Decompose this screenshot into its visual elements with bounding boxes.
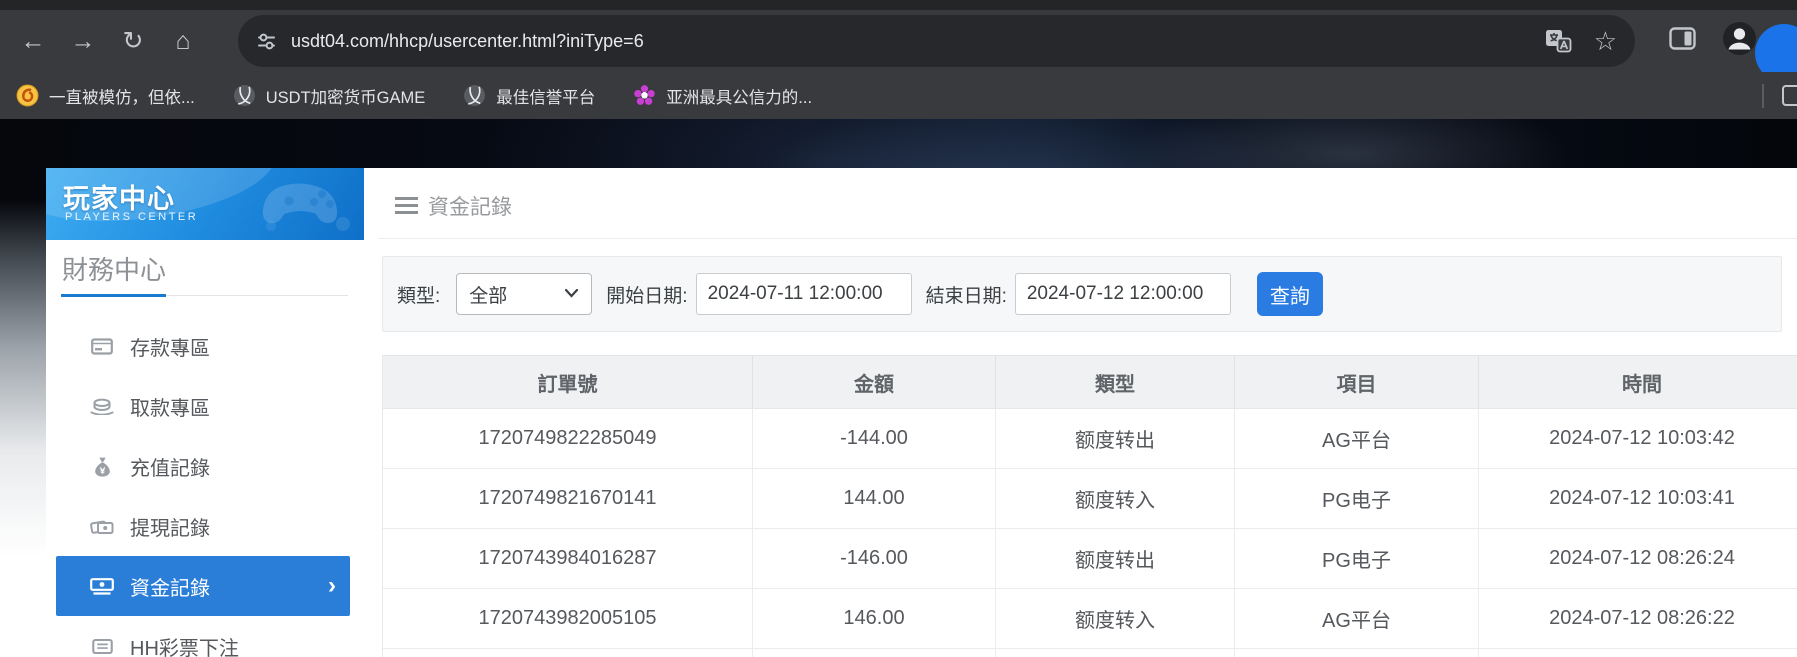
amount-cell: 146.00 bbox=[753, 589, 996, 648]
back-icon[interactable]: ← bbox=[16, 24, 50, 58]
table-header-cell: 金額 bbox=[753, 356, 996, 408]
reload-icon[interactable]: ↻ bbox=[116, 24, 150, 58]
page-title: 資金記錄 bbox=[428, 196, 512, 219]
type-select[interactable]: 全部 bbox=[456, 273, 593, 315]
page-left-margin bbox=[0, 200, 46, 657]
amount-cell: -144.00 bbox=[753, 409, 996, 468]
browser-chrome: ← → ↻ ⌂ usdt04.com/hhcp/usercenter.html?… bbox=[0, 0, 1797, 119]
type-cell: 额度转入 bbox=[996, 469, 1235, 528]
gamepad-icon bbox=[259, 174, 354, 239]
sidebar-item[interactable]: 存款專區 › bbox=[56, 316, 350, 376]
table-header-row: 訂單號 金額 類型 項目 時間 bbox=[383, 355, 1797, 409]
side-panel-icon[interactable] bbox=[1669, 27, 1696, 55]
time-cell: 2024-07-12 10:03:41 bbox=[1479, 469, 1797, 528]
purple-flower-icon bbox=[633, 84, 656, 107]
table-header-cell: 訂單號 bbox=[383, 356, 753, 408]
finance-section-title: 財務中心 bbox=[62, 255, 167, 285]
sidebar-item[interactable]: 取款專區 › bbox=[56, 376, 350, 436]
bookmarks-bar: 一直被模仿，但依... USDT加密货币GAME 最佳信誉平台 亚洲最具公信力的… bbox=[0, 72, 1797, 119]
funds-icon bbox=[90, 575, 114, 597]
filter-bar: 類型: 全部 開始日期: 結束日期: 查詢 bbox=[382, 256, 1782, 332]
order-number-cell: 1720743984016287 bbox=[383, 529, 753, 588]
bookmark-item[interactable]: 最佳信誉平台 bbox=[463, 84, 595, 108]
browser-toolbar: ← → ↻ ⌂ usdt04.com/hhcp/usercenter.html?… bbox=[0, 10, 1797, 82]
url-text: usdt04.com/hhcp/usercenter.html?iniType=… bbox=[291, 30, 644, 51]
table-row: 1720749822285049 -144.00 额度转出 AG平台 2024-… bbox=[383, 409, 1797, 469]
table-body: 1720749822285049 -144.00 额度转出 AG平台 2024-… bbox=[383, 409, 1797, 649]
sidebar-item[interactable]: HH彩票下注 › bbox=[56, 616, 350, 657]
other-bookmarks-icon[interactable] bbox=[1782, 85, 1797, 106]
recharge-icon bbox=[90, 455, 114, 477]
time-cell: 2024-07-12 08:26:22 bbox=[1479, 589, 1797, 648]
type-select-value: 全部 bbox=[469, 285, 508, 307]
gold-coin-icon bbox=[16, 84, 39, 107]
sidebar-item[interactable]: 資金記錄 › bbox=[56, 556, 350, 616]
globe-icon bbox=[233, 84, 256, 107]
site-info-icon[interactable] bbox=[256, 32, 277, 51]
item-cell: PG电子 bbox=[1235, 469, 1479, 528]
table-row: 1720749821670141 144.00 额度转入 PG电子 2024-0… bbox=[383, 469, 1797, 529]
funds-table: 訂單號 金額 類型 項目 時間 1720749822285049 -144.00 额度转… bbox=[382, 355, 1797, 657]
order-number-cell: 1720749821670141 bbox=[383, 469, 753, 528]
sidebar-item[interactable]: 提現記錄 › bbox=[56, 496, 350, 556]
time-cell: 2024-07-12 08:26:24 bbox=[1479, 529, 1797, 588]
bookmarks-list: 一直被模仿，但依... USDT加密货币GAME 最佳信誉平台 亚洲最具公信力的… bbox=[16, 84, 850, 108]
address-bar[interactable]: usdt04.com/hhcp/usercenter.html?iniType=… bbox=[238, 15, 1635, 67]
withdrawal-icon bbox=[90, 515, 114, 537]
start-date-input[interactable] bbox=[695, 273, 912, 315]
players-center-subtitle: PLAYERS CENTER bbox=[65, 211, 199, 223]
item-cell: AG平台 bbox=[1235, 589, 1479, 648]
tab-strip bbox=[0, 0, 1797, 10]
menu-toggle-icon[interactable] bbox=[395, 197, 418, 214]
search-button[interactable]: 查詢 bbox=[1256, 272, 1323, 316]
sidebar-item[interactable]: 充值記錄 › bbox=[56, 436, 350, 496]
type-label: 類型: bbox=[397, 285, 441, 307]
table-header-cell: 時間 bbox=[1479, 356, 1797, 408]
time-cell: 2024-07-12 10:03:42 bbox=[1479, 409, 1797, 468]
table-row: 1720743984016287 -146.00 额度转出 PG电子 2024-… bbox=[383, 529, 1797, 589]
item-cell: AG平台 bbox=[1235, 409, 1479, 468]
table-row-partial bbox=[383, 649, 1797, 657]
withdraw-icon bbox=[90, 395, 114, 417]
bookmark-item[interactable]: 一直被模仿，但依... bbox=[16, 84, 195, 108]
bookmark-item[interactable]: USDT加密货币GAME bbox=[233, 84, 425, 108]
end-date-label: 結束日期: bbox=[925, 285, 1007, 307]
title-divider bbox=[378, 238, 1797, 239]
forward-icon[interactable]: → bbox=[66, 24, 100, 58]
bookmark-star-icon[interactable]: ☆ bbox=[1594, 26, 1617, 57]
table-header-cell: 項目 bbox=[1235, 356, 1479, 408]
table-row: 1720743982005105 146.00 额度转入 AG平台 2024-0… bbox=[383, 589, 1797, 649]
table-header-cell: 類型 bbox=[996, 356, 1235, 408]
globe-icon bbox=[463, 84, 486, 107]
order-number-cell: 1720743982005105 bbox=[383, 589, 753, 648]
sidebar-menu: 存款專區 › 取款專區 › 充值記錄 › 提現記錄 › 資金記錄 › HH彩票下… bbox=[46, 316, 364, 657]
chevron-down-icon bbox=[564, 285, 579, 303]
players-center-header: 玩家中心 PLAYERS CENTER bbox=[46, 168, 364, 240]
bookmark-item[interactable]: 亚洲最具公信力的... bbox=[633, 84, 812, 108]
home-icon[interactable]: ⌂ bbox=[166, 24, 200, 58]
end-date-input[interactable] bbox=[1014, 273, 1231, 315]
amount-cell: 144.00 bbox=[753, 469, 996, 528]
chevron-right-icon: › bbox=[328, 572, 336, 599]
bookmarks-divider bbox=[1762, 84, 1764, 108]
amount-cell: -146.00 bbox=[753, 529, 996, 588]
item-cell: PG电子 bbox=[1235, 529, 1479, 588]
screen: ← → ↻ ⌂ usdt04.com/hhcp/usercenter.html?… bbox=[0, 0, 1797, 657]
translate-icon[interactable] bbox=[1545, 29, 1572, 54]
order-number-cell: 1720749822285049 bbox=[383, 409, 753, 468]
start-date-label: 開始日期: bbox=[606, 285, 688, 307]
type-cell: 额度转入 bbox=[996, 589, 1235, 648]
type-cell: 额度转出 bbox=[996, 529, 1235, 588]
sidebar-active-underline bbox=[61, 294, 166, 297]
lottery-icon bbox=[90, 635, 114, 657]
deposit-icon bbox=[90, 335, 114, 357]
profile-avatar-icon[interactable] bbox=[1722, 21, 1757, 61]
type-cell: 额度转出 bbox=[996, 409, 1235, 468]
